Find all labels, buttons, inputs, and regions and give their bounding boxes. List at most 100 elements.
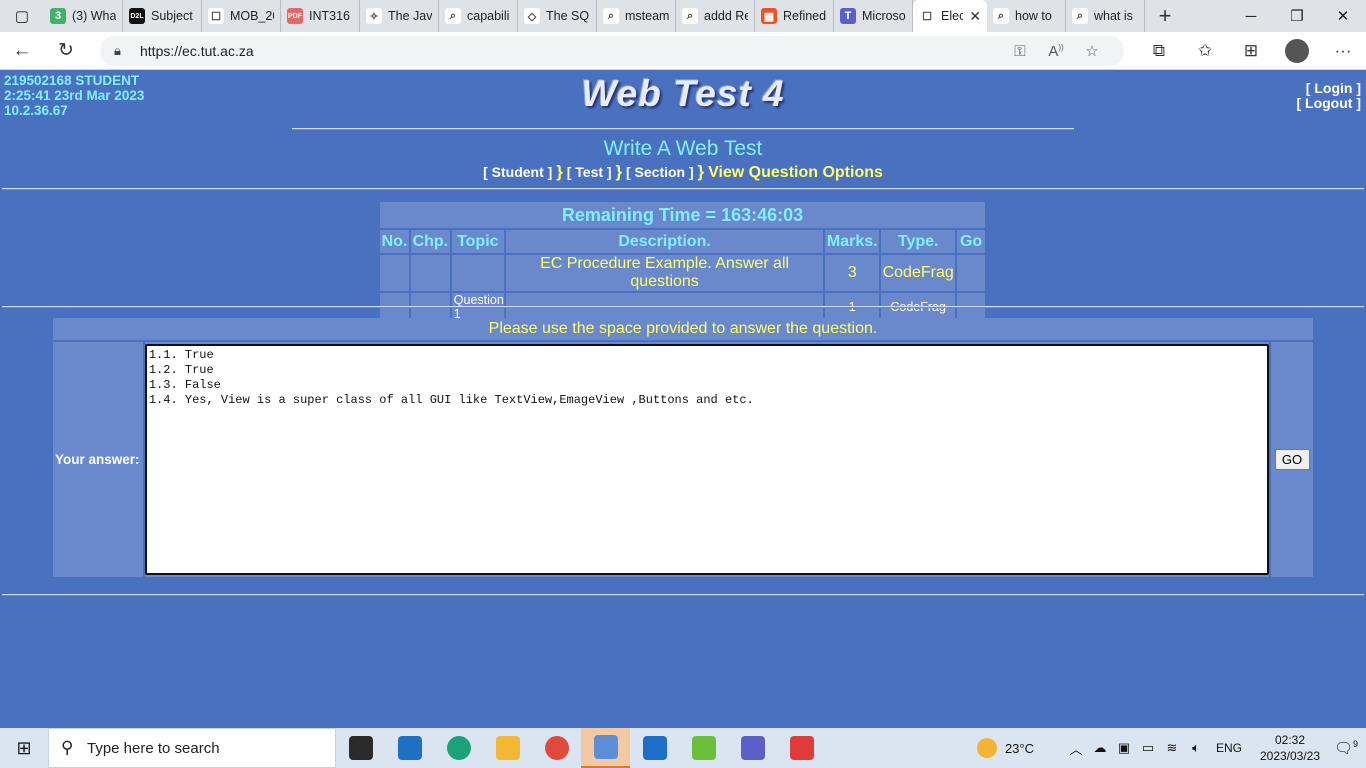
- weather-widget[interactable]: 23°C: [976, 738, 1034, 758]
- restore-icon[interactable]: ❐: [1274, 0, 1320, 32]
- tab-title: Elec: [941, 9, 964, 23]
- go-cell: GO: [1271, 342, 1313, 577]
- clock[interactable]: 02:32 2023/03/23: [1254, 732, 1326, 764]
- notifications-icon[interactable]: 🗨︎9: [1326, 739, 1366, 757]
- remaining-time: Remaining Time = 163:46:03: [380, 202, 985, 228]
- taskbar-search[interactable]: ⚲ Type here to search: [48, 728, 336, 768]
- browser-tab[interactable]: ⌕ how to: [987, 0, 1066, 32]
- address-bar[interactable]: 🔒︎ https://ec.tut.ac.za ⚿ A)) ☆: [100, 36, 1124, 66]
- back-icon[interactable]: ←: [0, 32, 44, 70]
- add-favorite-icon[interactable]: ☆: [1074, 42, 1110, 60]
- section-description: EC Procedure Example. Answer all questio…: [505, 255, 824, 291]
- refresh-icon[interactable]: ↻: [44, 32, 88, 70]
- section-marks: 3: [825, 255, 880, 291]
- browser-tab[interactable]: ◇ The SQ: [518, 0, 597, 32]
- answer-textarea[interactable]: [144, 344, 1269, 575]
- lock-icon[interactable]: 🔒︎: [114, 43, 140, 59]
- browser-tab[interactable]: ⌕ addd Re: [676, 0, 755, 32]
- vivaldi-icon[interactable]: [777, 728, 826, 768]
- new-tab-button[interactable]: +: [1147, 0, 1183, 32]
- teams-icon[interactable]: [728, 728, 777, 768]
- browser-tab[interactable]: ▦ Refined: [755, 0, 834, 32]
- profile-avatar[interactable]: [1285, 39, 1309, 63]
- extensions-icon[interactable]: ⧉: [1136, 41, 1182, 61]
- tab-favicon-icon: T: [840, 8, 856, 24]
- cloud-icon[interactable]: ☁: [1088, 740, 1112, 756]
- edge-icon[interactable]: [434, 728, 483, 768]
- breadcrumb: [ Student ] } [ Test ] } [ Section ] } V…: [0, 162, 1366, 182]
- question-table: Remaining Time = 163:46:03 No. Chp. Topi…: [378, 200, 987, 323]
- browser-tab[interactable]: PDF INT316: [281, 0, 360, 32]
- close-tab-icon[interactable]: ✕: [969, 8, 981, 25]
- task-view-icon[interactable]: [336, 728, 385, 768]
- device-icon[interactable]: ▣: [1112, 740, 1136, 756]
- file-explorer-icon[interactable]: [483, 728, 532, 768]
- mail-icon[interactable]: [385, 728, 434, 768]
- password-key-icon[interactable]: ⚿: [1002, 43, 1038, 60]
- battery-icon[interactable]: ▭: [1136, 740, 1160, 756]
- breadcrumb-section[interactable]: [ Section ]: [626, 164, 694, 180]
- tab-title: what is: [1094, 9, 1133, 23]
- favorites-icon[interactable]: ✩: [1182, 41, 1228, 61]
- chrome-icon[interactable]: [532, 728, 581, 768]
- browser-tab[interactable]: ⌕ what is: [1066, 0, 1145, 32]
- volume-icon[interactable]: 🔈︎: [1184, 740, 1208, 756]
- taskbar-apps: [336, 728, 826, 768]
- auth-links: [ Login ] [ Logout ]: [1296, 81, 1361, 111]
- breadcrumb-student[interactable]: [ Student ]: [483, 164, 552, 180]
- virtualbox-icon[interactable]: [581, 728, 630, 768]
- tab-title: MOB_20: [230, 9, 274, 23]
- media-player-icon[interactable]: [630, 728, 679, 768]
- browser-tab[interactable]: ✧ The Jav: [360, 0, 439, 32]
- logout-link[interactable]: [ Logout ]: [1296, 96, 1361, 111]
- login-link[interactable]: [ Login ]: [1296, 81, 1361, 96]
- media-player-glyph: [642, 736, 667, 760]
- tab-actions-icon[interactable]: ▢: [0, 0, 44, 32]
- browser-tab[interactable]: ⌕ msteam: [597, 0, 676, 32]
- browser-tab[interactable]: T Microso: [834, 0, 913, 32]
- browser-tab[interactable]: ☐ Elec ✕: [913, 0, 987, 32]
- answer-area: [144, 342, 1270, 577]
- task-view-glyph: [348, 736, 373, 760]
- breadcrumb-test[interactable]: [ Test ]: [567, 164, 612, 180]
- table-header-row: No. Chp. Topic Description. Marks. Type.…: [380, 230, 985, 253]
- windows-start-icon[interactable]: ⊞: [0, 728, 48, 768]
- answer-instruction: Please use the space provided to answer …: [53, 318, 1313, 340]
- minimize-icon[interactable]: ─: [1228, 0, 1274, 32]
- search-placeholder: Type here to search: [87, 739, 220, 757]
- tab-title: The Jav: [388, 9, 432, 23]
- tab-favicon-icon: ⌕: [993, 8, 1009, 24]
- browser-tab[interactable]: ☐ MOB_20: [202, 0, 281, 32]
- tab-title: Microso: [862, 9, 906, 23]
- tab-title: (3) Wha: [72, 9, 116, 23]
- col-go: Go: [957, 230, 985, 253]
- browser-tab[interactable]: 3 (3) Wha: [44, 0, 123, 32]
- mail-glyph: [397, 736, 422, 760]
- breadcrumb-separator: }: [697, 162, 705, 181]
- wifi-icon[interactable]: ≋: [1160, 740, 1184, 756]
- tab-favicon-icon: ⌕: [1072, 8, 1088, 24]
- window-controls: ─ ❐ ✕: [1228, 0, 1366, 32]
- weather-icon: [976, 738, 997, 758]
- browser-tab[interactable]: ⌕ capabili: [439, 0, 518, 32]
- answer-label: Your answer:: [53, 342, 143, 577]
- browser-tab[interactable]: D2L Subject: [123, 0, 202, 32]
- web-page: 219502168 STUDENT 2:25:41 23rd Mar 2023 …: [0, 71, 1366, 728]
- notepad-plus-icon[interactable]: [679, 728, 728, 768]
- close-window-icon[interactable]: ✕: [1320, 0, 1366, 32]
- collections-icon[interactable]: ⊞: [1228, 41, 1274, 61]
- divider: [2, 594, 1364, 596]
- language-indicator[interactable]: ENG: [1216, 741, 1242, 755]
- page-subtitle: Write A Web Test: [603, 137, 763, 160]
- tab-title: Subject: [151, 9, 193, 23]
- section-row: EC Procedure Example. Answer all questio…: [380, 255, 985, 291]
- tab-favicon-icon: PDF: [287, 8, 303, 24]
- address-bar-row: ← ↻ 🔒︎ https://ec.tut.ac.za ⚿ A)) ☆ ⧉ ✩ …: [0, 32, 1366, 70]
- read-aloud-icon[interactable]: A)): [1038, 43, 1074, 60]
- more-menu-icon[interactable]: ···: [1320, 41, 1366, 61]
- tab-favicon-icon: ☐: [208, 8, 224, 24]
- show-hidden-icons-icon[interactable]: ︿: [1064, 739, 1088, 758]
- url-text[interactable]: https://ec.tut.ac.za: [140, 43, 1002, 59]
- go-button[interactable]: GO: [1274, 449, 1310, 470]
- system-tray: 23°C ︿ ☁ ▣ ▭ ≋ 🔈︎ ENG 02:32 2023/03/23 🗨…: [976, 728, 1366, 768]
